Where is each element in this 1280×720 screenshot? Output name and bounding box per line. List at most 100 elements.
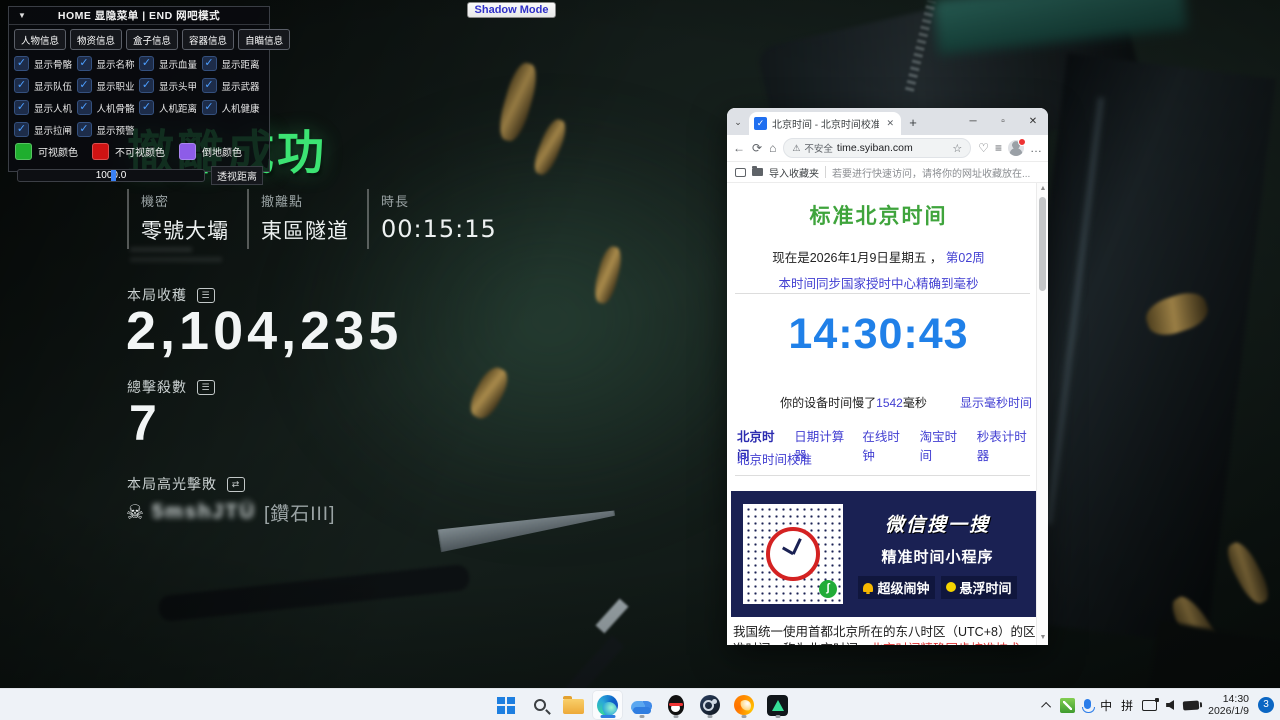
sidebar-icon[interactable] <box>735 168 746 177</box>
invisible-color-swatch[interactable] <box>92 143 109 160</box>
refresh-icon[interactable]: ⟳ <box>752 141 762 155</box>
list-icon[interactable]: ☰ <box>197 380 215 395</box>
stat-label: 機密 <box>141 191 247 210</box>
tab-box-info[interactable]: 盒子信息 <box>126 29 178 50</box>
checkbox-show-weapon[interactable]: ✓显示武器 <box>202 77 265 94</box>
swap-icon[interactable]: ⇄ <box>227 477 245 492</box>
microphone-icon[interactable] <box>1084 699 1091 709</box>
paragraph-line2: 准时间，称为北京时间。北京时间精确同步校准技术 <box>733 641 1032 645</box>
tab-loot-info[interactable]: 物资信息 <box>70 29 122 50</box>
checkbox-show-health[interactable]: ✓显示血量 <box>139 55 202 72</box>
stat-value: 東區隧道 <box>261 215 367 245</box>
tab-aimbot-info[interactable]: 自瞄信息 <box>238 29 290 50</box>
delta-force-button[interactable] <box>763 691 792 719</box>
checkbox-show-class[interactable]: ✓显示职业 <box>77 77 140 94</box>
not-secure-label[interactable]: 不安全 <box>804 141 833 155</box>
speaker-icon[interactable] <box>1166 700 1174 710</box>
checkbox-checked-icon[interactable]: ✓ <box>139 56 154 71</box>
tab-container-info[interactable]: 容器信息 <box>182 29 234 50</box>
checkbox-checked-icon[interactable]: ✓ <box>77 78 92 93</box>
new-tab-button[interactable]: + <box>901 115 925 135</box>
downed-color-label: 倒地颜色 <box>202 144 242 159</box>
checkbox-show-bots[interactable]: ✓显示人机 <box>14 99 77 116</box>
collapse-icon[interactable]: ▼ <box>9 11 35 20</box>
checkbox-bot-distance[interactable]: ✓人机距离 <box>139 99 202 116</box>
notification-badge[interactable]: 3 <box>1258 697 1274 713</box>
close-button[interactable]: ✕ <box>1018 108 1048 135</box>
collections-icon[interactable]: ≡ <box>995 141 1002 155</box>
checkbox-checked-icon[interactable]: ✓ <box>14 122 29 137</box>
checkbox-checked-icon[interactable]: ✓ <box>77 100 92 115</box>
display-cast-icon[interactable] <box>1142 700 1157 711</box>
tab-player-info[interactable]: 人物信息 <box>14 29 66 50</box>
ime-pinyin-indicator[interactable]: 拼 <box>1121 697 1133 714</box>
qq-button[interactable] <box>661 691 690 719</box>
steam-button[interactable] <box>695 691 724 719</box>
cloud-drive-button[interactable] <box>627 691 656 719</box>
address-bar[interactable]: ⚠ 不安全 time.syiban.com ☆ <box>783 138 971 158</box>
checkbox-show-warning[interactable]: ✓显示预警 <box>77 121 140 138</box>
maximize-button[interactable]: ▫ <box>988 108 1018 135</box>
settings-more-icon[interactable]: … <box>1030 141 1042 155</box>
checkbox-checked-icon[interactable]: ✓ <box>202 100 217 115</box>
favorite-star-icon[interactable]: ☆ <box>952 142 962 155</box>
checkbox-checked-icon[interactable]: ✓ <box>14 56 29 71</box>
checkbox-checked-icon[interactable]: ✓ <box>139 100 154 115</box>
checkbox-checked-icon[interactable]: ✓ <box>14 100 29 115</box>
checkbox-show-bones[interactable]: ✓显示骨骼 <box>14 55 77 72</box>
show-ms-link[interactable]: 显示毫秒时间 <box>960 394 1032 411</box>
esp-distance-slider[interactable]: 1000.0 <box>17 169 205 182</box>
import-favorites-button[interactable]: 导入收藏夹 <box>769 165 819 180</box>
checkbox-checked-icon[interactable]: ✓ <box>77 56 92 71</box>
profile-avatar[interactable] <box>1008 140 1024 156</box>
tray-overflow-chevron-icon[interactable] <box>1041 701 1051 711</box>
browser-tab-active[interactable]: ✓ 北京时间 - 北京时间校准精确到毫 ✕ <box>749 112 901 135</box>
game-booster-button[interactable] <box>729 691 758 719</box>
url-text[interactable]: time.syiban.com <box>837 142 948 154</box>
shadow-mode-button[interactable]: Shadow Mode <box>467 2 556 18</box>
file-explorer-button[interactable] <box>559 691 588 719</box>
browser-essentials-icon[interactable]: ♡ <box>978 141 989 155</box>
paragraph-line2-link[interactable]: 北京时间精确同步校准技术 <box>871 642 1021 645</box>
ime-language-indicator[interactable]: 中 <box>1100 697 1112 714</box>
search-button[interactable] <box>525 691 554 719</box>
checkbox-show-name[interactable]: ✓显示名称 <box>77 55 140 72</box>
slider-handle[interactable] <box>111 170 116 181</box>
tray-app-icon[interactable] <box>1060 698 1075 713</box>
visible-color-swatch[interactable] <box>15 143 32 160</box>
home-icon[interactable]: ⌂ <box>769 141 776 155</box>
checkbox-checked-icon[interactable]: ✓ <box>202 78 217 93</box>
stat-value: 00:15:15 <box>381 215 487 243</box>
downed-color-swatch[interactable] <box>179 143 196 160</box>
checkbox-bot-bones[interactable]: ✓人机骨骼 <box>77 99 140 116</box>
page-scrollbar[interactable]: ▲ ▼ <box>1036 183 1048 645</box>
scroll-down-icon[interactable]: ▼ <box>1037 634 1048 641</box>
checkbox-show-lever[interactable]: ✓显示拉闸 <box>14 121 77 138</box>
scroll-up-icon[interactable]: ▲ <box>1037 185 1048 192</box>
checkbox-show-team[interactable]: ✓显示队伍 <box>14 77 77 94</box>
checkbox-checked-icon[interactable]: ✓ <box>202 56 217 71</box>
nav-link-online-clock[interactable]: 在线时钟 <box>862 426 906 464</box>
sync-notice-link[interactable]: 本时间同步国家授时中心精确到毫秒 <box>727 273 1030 292</box>
checkbox-show-distance[interactable]: ✓显示距离 <box>202 55 265 72</box>
nav-link-taobao-time[interactable]: 淘宝时间 <box>920 426 964 464</box>
nav-link-stopwatch[interactable]: 秒表计时器 <box>977 426 1032 464</box>
cheat-menu-titlebar[interactable]: ▼ HOME 显隐菜单 | END 网吧模式 <box>9 7 269 25</box>
tab-close-icon[interactable]: ✕ <box>884 118 896 129</box>
nav-link-time-calibrate[interactable]: 北京时间校准 <box>737 449 812 468</box>
week-link[interactable]: 第02周 <box>946 251 985 265</box>
checkbox-bot-health[interactable]: ✓人机健康 <box>202 99 265 116</box>
checkbox-checked-icon[interactable]: ✓ <box>14 78 29 93</box>
back-icon[interactable]: ← <box>733 141 745 155</box>
minimize-button[interactable]: ─ <box>958 108 988 135</box>
checkbox-checked-icon[interactable]: ✓ <box>77 122 92 137</box>
checkbox-show-armor[interactable]: ✓显示头甲 <box>139 77 202 94</box>
battery-icon[interactable] <box>1183 700 1200 710</box>
taskbar-clock[interactable]: 14:30 2026/1/9 <box>1208 693 1249 717</box>
tab-actions-menu-button[interactable]: ⌄ <box>727 117 749 135</box>
wechat-banner[interactable]: ʃ 微信搜一搜 精准时间小程序 超级闹钟 悬浮时间 <box>731 491 1036 617</box>
scrollbar-thumb[interactable] <box>1039 197 1046 291</box>
start-button[interactable] <box>491 691 520 719</box>
edge-taskbar-button[interactable] <box>593 691 622 719</box>
checkbox-checked-icon[interactable]: ✓ <box>139 78 154 93</box>
